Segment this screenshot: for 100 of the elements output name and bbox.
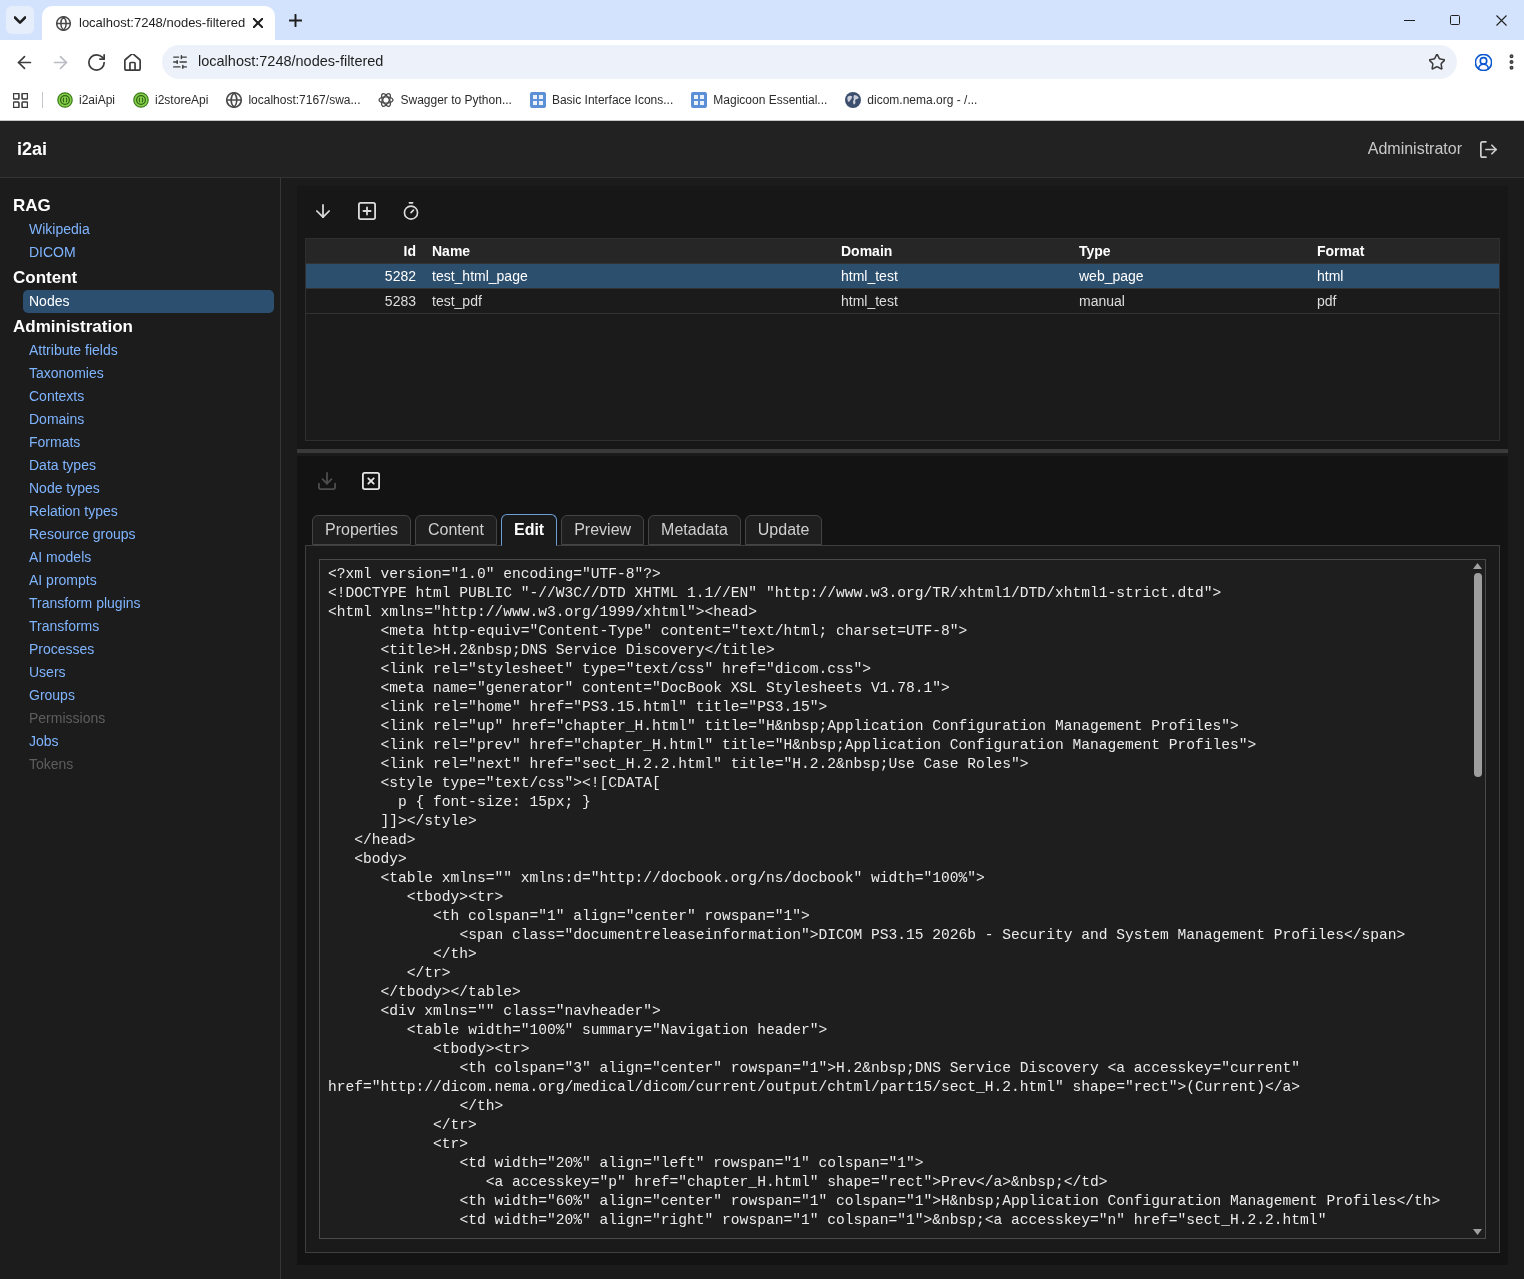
table-cell-text: test_html_page: [432, 266, 528, 286]
code-line: </tr>: [406, 964, 451, 983]
code-line: <tbody><tr>: [406, 888, 504, 907]
tray-download-icon: [318, 472, 336, 490]
ring-icon: [57, 92, 73, 108]
browser-tab[interactable]: localhost:7248/nodes-filtered: [42, 6, 275, 40]
code-line: <meta name="generator" content="DocBook XSL Stylesheets V1.78.1">: [380, 679, 950, 698]
code-line: <link rel="next" href="sect_H.2.2.html" title="H.2.2&nbsp;Use Case Roles">: [380, 755, 1029, 774]
scrollbar-thumb[interactable]: [1473, 573, 1482, 777]
tab[interactable]: Content: [414, 515, 497, 545]
close-icon[interactable]: [253, 18, 264, 28]
column-header[interactable]: Name: [432, 240, 471, 262]
bookmark-item[interactable]: dicom.nema.org - /...: [838, 87, 985, 113]
code-line: <link rel="home" href="PS3.15.html" title="PS3.15">: [380, 698, 828, 717]
sidebar-item[interactable]: Node types: [29, 477, 100, 500]
code-line: <th width="60%" align="center" rowspan="1" colspan="1">H&nbsp;Application Configuration Management Profiles</th>: [459, 1192, 1441, 1211]
code-line: <td width="20%" align="left" rowspan="1" colspan="1">: [459, 1154, 924, 1173]
code-line: <table width="100%" summary="Navigation header">: [406, 1021, 828, 1040]
bookmark-item[interactable]: Magicoon Essential...: [684, 87, 835, 113]
code-line: <!DOCTYPE html PUBLIC "-//W3C//DTD XHTML 1.1//EN" "http://www.w3.org/TR/xhtml1/DTD/xhtml1-strict.dtd">: [328, 584, 1222, 603]
sidebar-heading: Content: [13, 268, 78, 286]
sidebar-item[interactable]: Users: [29, 661, 66, 684]
tab-list-button[interactable]: [6, 6, 34, 34]
code-line: <table xmlns="" xmlns:d="http://docbook.org/ns/docbook" width="100%">: [380, 869, 985, 888]
reload-icon: [87, 53, 105, 71]
table-cell-text: html_test: [841, 266, 898, 286]
sidebar-heading: RAG: [13, 196, 51, 214]
sidebar-item[interactable]: Taxonomies: [29, 362, 104, 385]
logout-button[interactable]: [1478, 139, 1498, 159]
sidebar-item[interactable]: AI models: [29, 546, 92, 569]
code-line: <tbody><tr>: [433, 1040, 530, 1059]
table-row[interactable]: 5282 test_html_page html_test web_page html: [306, 264, 1499, 289]
bookmark-item[interactable]: localhost:7167/swa...: [219, 87, 368, 113]
scroll-down-icon[interactable]: [1473, 1229, 1482, 1235]
bookmark-item[interactable]: i2aiApi: [50, 87, 123, 113]
sidebar-item[interactable]: Transforms: [29, 615, 100, 638]
address-bar[interactable]: localhost:7248/nodes-filtered: [162, 45, 1457, 79]
sidebar-item[interactable]: DICOM: [29, 241, 76, 264]
profile-icon[interactable]: [1474, 53, 1492, 71]
site-info-button[interactable]: [170, 52, 190, 72]
sidebar-item[interactable]: Relation types: [29, 500, 118, 523]
maximize-icon: [1450, 15, 1460, 25]
column-header[interactable]: Type: [1079, 240, 1111, 262]
sidebar-item[interactable]: Wikipedia: [29, 218, 90, 241]
code-line: </head>: [354, 831, 416, 850]
bookmark-item[interactable]: Basic Interface Icons...: [522, 87, 681, 113]
globe-icon: [845, 92, 862, 108]
code-line: </tbody></table>: [380, 983, 521, 1002]
stopwatch-icon: [402, 202, 420, 220]
sidebar-item[interactable]: Transform plugins: [29, 592, 141, 615]
minimize-icon: [1403, 19, 1415, 21]
sidebar-item[interactable]: Formats: [29, 431, 81, 454]
sidebar-item[interactable]: Resource groups: [29, 523, 136, 546]
bookmark-item[interactable]: Swagger to Python...: [371, 87, 519, 113]
sidebar-item[interactable]: Groups: [29, 684, 75, 707]
sidebar-item[interactable]: Nodes: [23, 290, 274, 313]
tab[interactable]: Update: [744, 515, 823, 545]
bookmark-item[interactable]: i2storeApi: [126, 87, 216, 113]
code-line: <title>H.2&nbsp;DNS Service Discovery</title>: [380, 641, 775, 660]
code-line: <th colspan="1" align="center" rowspan="1">: [433, 907, 810, 926]
atom-icon: [378, 92, 395, 108]
app-title[interactable]: i2ai: [17, 135, 48, 163]
column-header[interactable]: Domain: [841, 240, 893, 262]
tab[interactable]: Preview: [561, 515, 645, 545]
table-cell-text: html: [1317, 266, 1344, 286]
column-header[interactable]: Format: [1317, 240, 1365, 262]
menu-icon[interactable]: [1509, 54, 1514, 70]
new-tab-icon[interactable]: [289, 13, 302, 27]
sidebar-item[interactable]: Attribute fields: [29, 339, 118, 362]
plus-square-icon: [358, 202, 376, 220]
sidebar-item[interactable]: Contexts: [29, 385, 85, 408]
code-line: <?xml version="1.0" encoding="UTF-8"?>: [328, 565, 661, 584]
tab[interactable]: Edit: [500, 514, 558, 546]
column-header[interactable]: Id: [403, 240, 416, 262]
user-name: Administrator: [1367, 139, 1462, 159]
table-cell-text: web_page: [1079, 266, 1144, 286]
tab[interactable]: Metadata: [648, 515, 741, 545]
code-line: <meta http-equiv="Content-Type" content="text/html; charset=UTF-8">: [380, 622, 968, 641]
sidebar-item[interactable]: Domains: [29, 408, 85, 431]
site-settings-icon: [173, 55, 187, 69]
star-icon[interactable]: [1429, 54, 1445, 70]
code-line: <div xmlns="" class="navheader">: [380, 1002, 661, 1021]
sidebar-item[interactable]: Processes: [29, 638, 95, 661]
tab[interactable]: Properties: [312, 515, 411, 545]
scroll-up-icon[interactable]: [1473, 563, 1482, 569]
code-line: <link rel="prev" href="chapter_H.html" title="H&nbsp;Application Configuration Management Profiles">: [380, 736, 1257, 755]
apps-grid-icon[interactable]: [13, 92, 28, 108]
sidebar-item[interactable]: Jobs: [29, 730, 59, 753]
code-line: </th>: [433, 945, 477, 964]
code-line: <link rel="stylesheet" type="text/css" href="dicom.css">: [380, 660, 871, 679]
sidebar-item[interactable]: Data types: [29, 454, 96, 477]
globe-icon: [56, 15, 71, 31]
code-line: <td width="20%" align="right" rowspan="1" colspan="1">&nbsp;<a accesskey="n" href="sect_H.2.2.html": [459, 1211, 1327, 1230]
code-line: href="http://dicom.nema.org/medical/dicom/current/output/chtml/part15/sect_H.2.html" shape="rect">(Current)</a>: [328, 1078, 1301, 1097]
table-cell-text: 5283: [384, 291, 416, 311]
scrollbar[interactable]: [1470, 560, 1485, 1238]
sidebar-item[interactable]: AI prompts: [29, 569, 97, 592]
table-cell-text: manual: [1079, 291, 1125, 311]
url-text: localhost:7248/nodes-filtered: [198, 52, 384, 72]
logout-icon: [1479, 140, 1497, 158]
